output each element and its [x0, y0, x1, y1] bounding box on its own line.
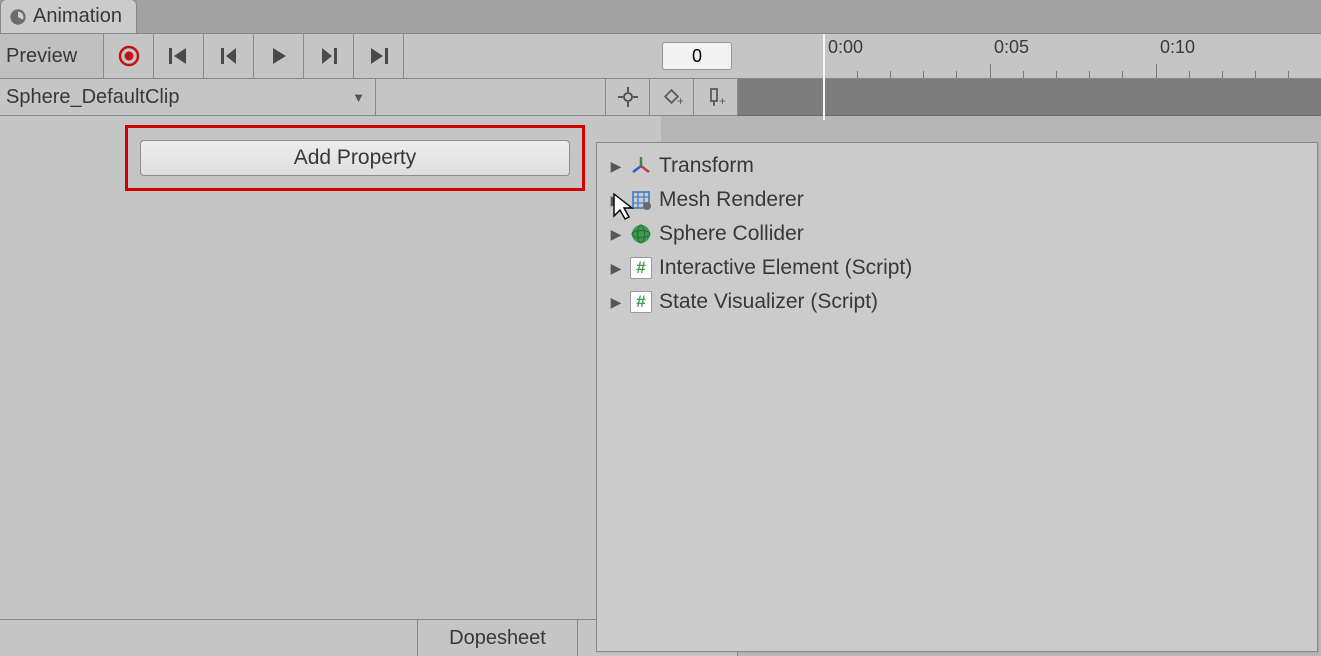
- last-frame-button[interactable]: [354, 34, 404, 78]
- property-item-interactive-element[interactable]: ▶ # Interactive Element (Script): [601, 251, 1313, 285]
- tab-strip: Animation: [0, 0, 1321, 34]
- prev-key-icon: [219, 46, 239, 66]
- cursor-icon: [612, 192, 638, 228]
- properties-panel: Add Property: [0, 116, 661, 656]
- property-label: Sphere Collider: [659, 222, 804, 246]
- svg-text:+: +: [719, 94, 726, 108]
- skip-end-icon: [368, 46, 390, 66]
- frame-input[interactable]: [662, 42, 732, 70]
- property-label: State Visualizer (Script): [659, 290, 878, 314]
- property-item-mesh-renderer[interactable]: ▶ Mesh Renderer: [601, 183, 1313, 217]
- clip-dropdown[interactable]: Sphere_DefaultClip ▼: [0, 79, 376, 115]
- preview-label: Preview: [6, 45, 77, 68]
- add-property-button[interactable]: Add Property: [140, 140, 570, 176]
- property-item-state-visualizer[interactable]: ▶ # State Visualizer (Script): [601, 285, 1313, 319]
- ruler-label: 0:10: [1160, 37, 1195, 58]
- script-icon: #: [629, 256, 653, 280]
- filter-by-selection-button[interactable]: [606, 79, 650, 115]
- property-label: Transform: [659, 154, 754, 178]
- record-button[interactable]: [104, 34, 154, 78]
- ruler-label: 0:05: [994, 37, 1029, 58]
- tab-dopesheet[interactable]: Dopesheet: [418, 620, 578, 656]
- expander-icon[interactable]: ▶: [609, 260, 623, 277]
- property-item-transform[interactable]: ▶ Transform: [601, 149, 1313, 183]
- timeline-track-header: [738, 79, 1321, 116]
- property-label: Mesh Renderer: [659, 188, 804, 212]
- diamond-plus-icon: +: [661, 86, 683, 108]
- ruler-label: 0:00: [828, 37, 863, 58]
- event-plus-icon: +: [705, 86, 727, 108]
- add-keyframe-button[interactable]: +: [650, 79, 694, 115]
- highlight-box: Add Property: [125, 125, 585, 191]
- svg-text:+: +: [677, 94, 683, 108]
- tab-label: Animation: [33, 5, 122, 28]
- add-property-popup: ▶ Transform ▶ Mesh Renderer ▶ Sphere Col…: [596, 142, 1318, 652]
- dropdown-icon: ▼: [352, 90, 365, 105]
- playhead[interactable]: [823, 34, 825, 120]
- next-key-icon: [319, 46, 339, 66]
- record-icon: [118, 45, 140, 67]
- clock-icon: [9, 8, 27, 26]
- tab-animation[interactable]: Animation: [0, 0, 137, 33]
- add-event-button[interactable]: +: [694, 79, 738, 115]
- skip-start-icon: [168, 46, 190, 66]
- play-icon: [270, 46, 288, 66]
- expander-icon[interactable]: ▶: [609, 226, 623, 243]
- transform-icon: [629, 154, 653, 178]
- expander-icon[interactable]: ▶: [609, 294, 623, 311]
- add-property-label: Add Property: [294, 146, 417, 170]
- preview-button[interactable]: Preview: [0, 34, 104, 78]
- crosshair-icon: [617, 86, 639, 108]
- timeline-ruler[interactable]: 0:00 0:05 0:10: [738, 34, 1321, 79]
- tab-dopesheet-label: Dopesheet: [449, 627, 546, 650]
- first-frame-button[interactable]: [154, 34, 204, 78]
- playback-spacer: [404, 34, 656, 78]
- clip-spacer: [376, 79, 606, 115]
- prev-frame-button[interactable]: [204, 34, 254, 78]
- next-frame-button[interactable]: [304, 34, 354, 78]
- script-icon: #: [629, 290, 653, 314]
- property-label: Interactive Element (Script): [659, 256, 912, 280]
- clip-name: Sphere_DefaultClip: [6, 86, 179, 109]
- expander-icon[interactable]: ▶: [609, 158, 623, 175]
- play-button[interactable]: [254, 34, 304, 78]
- property-item-sphere-collider[interactable]: ▶ Sphere Collider: [601, 217, 1313, 251]
